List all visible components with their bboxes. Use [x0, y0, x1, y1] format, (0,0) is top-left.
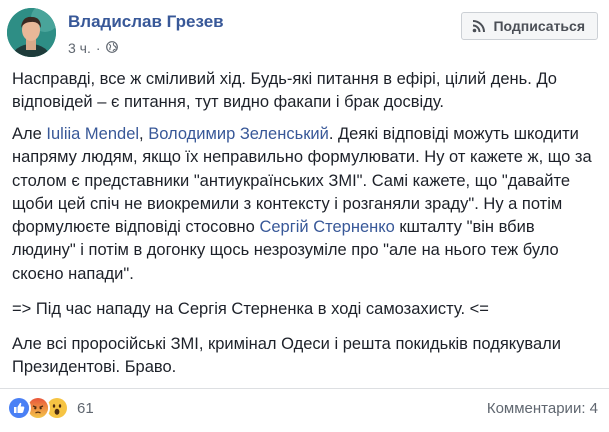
- author-name[interactable]: Владислав Грезев: [68, 12, 224, 32]
- paragraph-1: Насправді, все ж сміливий хід. Будь-які …: [12, 70, 557, 112]
- mention-link-iuliia-mendel[interactable]: Iuliia Mendel: [46, 125, 139, 143]
- reaction-count: 61: [77, 399, 94, 417]
- mention-link-sternenko[interactable]: Сергій Стерненко: [259, 218, 394, 236]
- facebook-post: Владислав Грезев 3 ч. · Подписаться Насп…: [0, 0, 609, 431]
- post-time[interactable]: 3 ч.: [68, 40, 91, 56]
- text-span: ,: [139, 125, 149, 143]
- avatar[interactable]: [7, 8, 56, 57]
- post-footer: 61 Комментарии: 4: [0, 388, 609, 432]
- comments-link[interactable]: Комментарии: 4: [487, 400, 598, 417]
- paragraph-2: Але Iuliia Mendel, Володимир Зеленський.…: [12, 123, 602, 286]
- subscribe-label: Подписаться: [493, 18, 585, 34]
- rss-icon: [473, 20, 486, 33]
- separator-dot: ·: [95, 40, 101, 56]
- post-meta: 3 ч. ·: [68, 39, 118, 57]
- paragraph-3: => Під час нападу на Сергія Стерненка в …: [12, 300, 489, 318]
- text-span: Але: [12, 125, 47, 143]
- paragraph-4: Але всі проросійські ЗМІ, кримінал Одеси…: [12, 335, 562, 377]
- mention-link-zelenskyi[interactable]: Володимир Зеленський: [148, 125, 329, 143]
- subscribe-button[interactable]: Подписаться: [461, 12, 598, 40]
- like-reaction-icon: [7, 396, 31, 420]
- reactions-summary[interactable]: 61: [7, 396, 94, 420]
- globe-icon[interactable]: [105, 40, 118, 56]
